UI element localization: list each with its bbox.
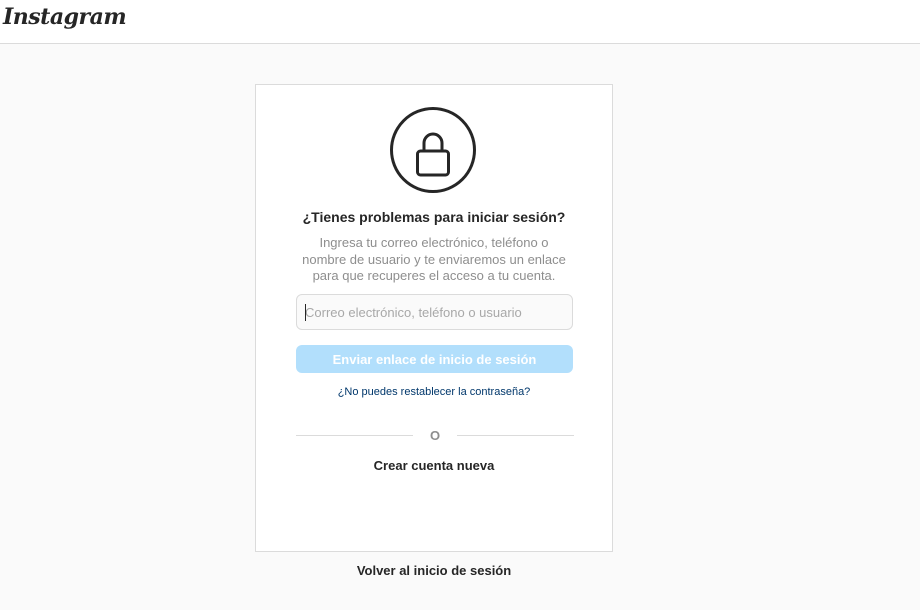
text-cursor [305,304,306,321]
page-title: ¿Tienes problemas para iniciar sesión? [302,209,566,225]
identifier-field-wrapper [296,294,573,330]
back-to-login-button[interactable]: Volver al inicio de sesión [255,551,613,591]
divider-or-text: O [429,428,441,443]
top-navigation-bar: Instagram [0,0,920,44]
send-login-link-button[interactable]: Enviar enlace de inicio de sesión [296,345,573,373]
create-account-link[interactable]: Crear cuenta nueva [256,458,612,474]
instructions-text: Ingresa tu correo electrónico, teléfono … [302,235,566,283]
lock-icon [390,107,476,193]
instagram-logo[interactable]: Instagram [3,1,127,33]
or-divider: O [296,428,574,444]
lock-icon-graphic [416,132,450,177]
password-reset-card: ¿Tienes problemas para iniciar sesión? I… [255,84,613,591]
identifier-input[interactable] [297,295,572,329]
cannot-reset-password-link[interactable]: ¿No puedes restablecer la contraseña? [256,385,612,399]
divider-line-right [457,435,574,436]
